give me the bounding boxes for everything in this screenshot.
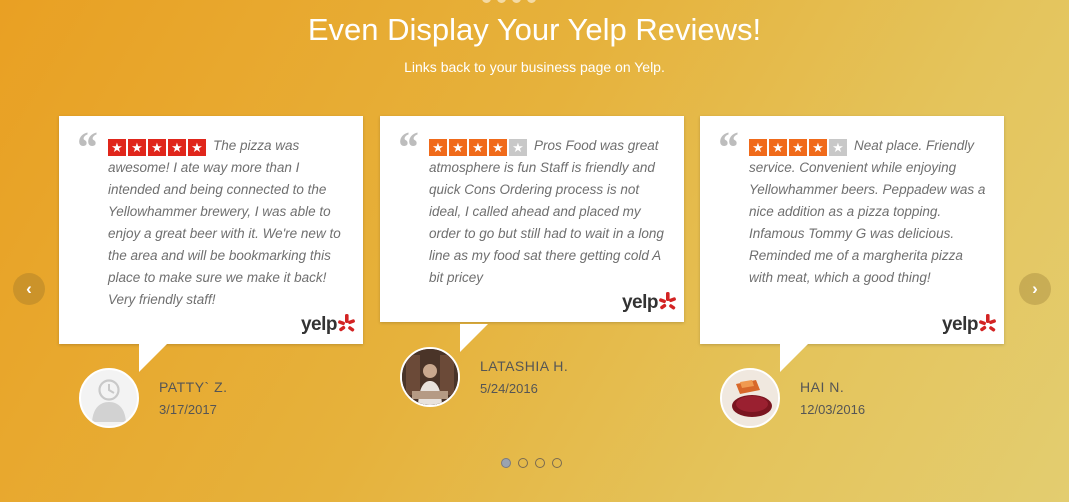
- quote-icon: “: [716, 123, 738, 172]
- carousel-pager: [501, 458, 562, 468]
- review-date: 3/17/2017: [159, 402, 217, 417]
- star-filled-icon: ★: [789, 139, 807, 156]
- review-author: PATTY` Z. 3/17/2017: [79, 368, 228, 428]
- yelp-burst-icon: [659, 292, 676, 310]
- star-filled-icon: ★: [148, 139, 166, 156]
- review-body: ★ ★ ★ ★ ★ Neat place. Friendly service. Conve…: [749, 135, 989, 289]
- yelp-burst-icon: [979, 314, 996, 332]
- yelp-logo-link[interactable]: yelp: [622, 292, 676, 314]
- star-filled-icon: ★: [108, 139, 126, 156]
- chevron-right-icon: ›: [1032, 279, 1038, 298]
- section-subtitle: Links back to your business page on Yelp…: [404, 59, 665, 75]
- review-card: “ ★ ★ ★ ★ ★ The pizza was awesome! I ate way …: [59, 116, 363, 372]
- star-filled-icon: ★: [168, 139, 186, 156]
- carousel-prev-button[interactable]: ‹: [13, 273, 45, 305]
- star-rating: ★ ★ ★ ★ ★: [749, 139, 847, 156]
- top-dot: [512, 0, 521, 3]
- review-date: 5/24/2016: [480, 381, 538, 396]
- default-user-icon: [79, 368, 139, 428]
- user-photo: [400, 347, 460, 407]
- review-body: ★ ★ ★ ★ ★ The pizza was awesome! I ate way mo…: [108, 135, 348, 311]
- chevron-left-icon: ‹: [26, 279, 32, 298]
- pager-dot-1[interactable]: [501, 458, 511, 468]
- yelp-logo-text: yelp: [621, 292, 659, 313]
- star-empty-icon: ★: [829, 139, 847, 156]
- review-text: Neat place. Friendly service. Convenient…: [749, 138, 986, 285]
- yelp-logo-link[interactable]: yelp: [942, 314, 996, 336]
- pager-dot-4[interactable]: [552, 458, 562, 468]
- top-pager-dots: [482, 0, 536, 3]
- star-filled-icon: ★: [469, 139, 487, 156]
- star-empty-icon: ★: [509, 139, 527, 156]
- yelp-logo-text: yelp: [300, 314, 338, 335]
- quote-icon: “: [75, 123, 97, 172]
- section-title: Even Display Your Yelp Reviews!: [307, 12, 762, 47]
- food-photo: [720, 368, 780, 428]
- star-filled-icon: ★: [128, 139, 146, 156]
- review-date: 12/03/2016: [800, 402, 866, 417]
- review-body: ★ ★ ★ ★ ★ Pros Food was great atmosphere is f…: [429, 135, 669, 289]
- top-dot: [482, 0, 491, 3]
- star-filled-icon: ★: [449, 139, 467, 156]
- star-filled-icon: ★: [769, 139, 787, 156]
- author-name: PATTY` Z.: [159, 379, 228, 395]
- review-card: “ ★ ★ ★ ★ ★ Pros Food was great atmosphere is…: [380, 116, 684, 352]
- yelp-burst-icon: [338, 314, 355, 332]
- yelp-logo-text: yelp: [941, 314, 979, 335]
- pager-dot-3[interactable]: [535, 458, 545, 468]
- star-rating: ★ ★ ★ ★ ★: [108, 139, 206, 156]
- yelp-logo-link[interactable]: yelp: [301, 314, 355, 336]
- pager-dot-2[interactable]: [518, 458, 528, 468]
- star-filled-icon: ★: [188, 139, 206, 156]
- author-name: LATASHIA H.: [480, 358, 569, 374]
- top-dot: [527, 0, 536, 3]
- star-filled-icon: ★: [749, 139, 767, 156]
- review-text: Pros Food was great atmosphere is fun St…: [429, 138, 664, 285]
- star-filled-icon: ★: [429, 139, 447, 156]
- star-filled-icon: ★: [809, 139, 827, 156]
- review-card: “ ★ ★ ★ ★ ★ Neat place. Friendly service. Con…: [700, 116, 1004, 372]
- carousel-next-button[interactable]: ›: [1019, 273, 1051, 305]
- review-author: LATASHIA H. 5/24/2016: [400, 347, 568, 407]
- quote-icon: “: [396, 123, 418, 172]
- author-name: HAI N.: [800, 379, 845, 395]
- top-dot: [497, 0, 506, 3]
- review-text: The pizza was awesome! I ate way more th…: [108, 138, 341, 307]
- star-rating: ★ ★ ★ ★ ★: [429, 139, 527, 156]
- review-author: HAI N. 12/03/2016: [720, 368, 865, 428]
- star-filled-icon: ★: [489, 139, 507, 156]
